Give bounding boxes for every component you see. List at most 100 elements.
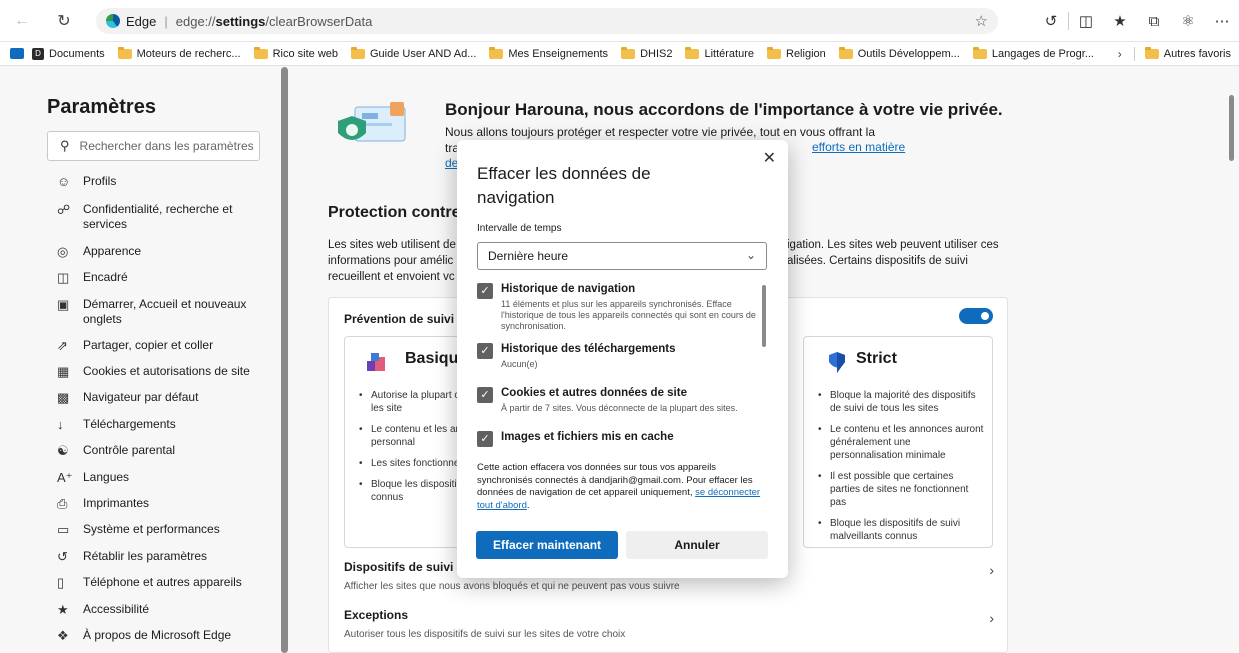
favorite-item[interactable]: Moteurs de recherc... — [117, 46, 241, 60]
more-icon[interactable]: ⋯ — [1205, 12, 1239, 30]
collections-icon[interactable]: ⧉ — [1137, 13, 1171, 30]
basic-icon — [367, 353, 385, 371]
favorite-label: Littérature — [704, 47, 754, 60]
sidebar-item-privacy[interactable]: ☍ Confidentialité, recherche et services — [57, 202, 257, 232]
option-bullet: Le contenu et les annonces auront généra… — [816, 423, 984, 462]
sidebar-item-family[interactable]: ☯ Contrôle parental — [57, 443, 175, 458]
exceptions-row[interactable]: Exceptions Autoriser tous les dispositif… — [344, 608, 994, 640]
sidebar-item-printers[interactable]: ⎙ Imprimantes — [57, 496, 149, 511]
sidebar-item-label: Accessibilité — [83, 602, 150, 616]
browser-toolbar: ← ↻ Edge | edge://settings/clearBrowserD… — [0, 0, 1239, 42]
close-icon[interactable]: ✕ — [763, 148, 776, 168]
item-subtitle: À partir de 7 sites. Vous déconnecte de … — [501, 403, 738, 413]
mail-icon[interactable] — [10, 48, 24, 59]
sidebar-item-about[interactable]: ❖ À propos de Microsoft Edge — [57, 628, 231, 643]
option-bullet: Il est possible que certaines parties de… — [816, 470, 984, 509]
item-title: Images et fichiers mis en cache — [501, 431, 674, 443]
share-icon: ⇗ — [57, 338, 68, 353]
section-text-line: Les sites web utilisent de — [328, 239, 456, 251]
section-title: Protection contre — [328, 204, 461, 221]
tracking-prevention-title: Prévention de suivi — [344, 312, 455, 326]
time-range-select[interactable]: Dernière heure ⌄ — [477, 242, 767, 270]
address-site-label: Edge — [126, 13, 157, 29]
sidebar-item-share[interactable]: ⇗ Partager, copier et coller — [57, 338, 213, 353]
sidebar-item-profiles[interactable]: ☺ Profils — [57, 174, 116, 189]
option-strict-name: Strict — [856, 350, 897, 367]
sidebar-item-label: Démarrer, Accueil et nouveaux onglets — [83, 297, 247, 326]
sidebar-item-phone[interactable]: ▯ Téléphone et autres appareils — [57, 575, 242, 590]
section-text-line: recueillent et envoient vc — [328, 271, 455, 283]
favorite-label: Guide User AND Ad... — [370, 47, 477, 60]
sidebar-item-label: Apparence — [83, 244, 142, 258]
edge-icon: ❖ — [57, 628, 69, 643]
folder-icon — [838, 46, 853, 59]
favorite-item[interactable]: Langages de Progr... — [972, 46, 1094, 60]
address-bar[interactable]: Edge | edge://settings/clearBrowserData … — [96, 8, 998, 34]
checkbox-cookies[interactable]: ✓ — [477, 387, 493, 403]
other-favorites[interactable]: Autres favoris — [1144, 47, 1231, 60]
favorite-item[interactable]: Guide User AND Ad... — [351, 46, 477, 60]
sidebar-item-languages[interactable]: A⁺ Langues — [57, 470, 129, 485]
palette-icon: ◎ — [57, 244, 69, 259]
favorite-star-icon[interactable]: ☆ — [975, 12, 988, 30]
sidebar-item-downloads[interactable]: ↓ Téléchargements — [57, 417, 176, 432]
option-strict[interactable]: Strict Bloque la majorité des dispositif… — [803, 336, 993, 548]
sidebar-item-accessibility[interactable]: ★ Accessibilité — [57, 602, 149, 617]
privacy-illustration — [338, 102, 406, 142]
folder-icon — [1144, 47, 1159, 59]
favorite-label: Mes Enseignements — [508, 47, 609, 60]
copilot-icon[interactable]: ⚛ — [1171, 12, 1205, 30]
chevron-right-icon[interactable]: › — [1118, 47, 1122, 61]
folder-icon — [351, 46, 365, 59]
checkbox-cache[interactable]: ✓ — [477, 431, 493, 447]
section-text-line: alisées. Certains dispositifs de suivi — [787, 255, 968, 267]
favorite-item[interactable]: D Documents — [32, 47, 105, 60]
profile-icon: ☺ — [57, 174, 71, 189]
favorite-item[interactable]: DHIS2 — [621, 46, 672, 60]
sidebar-scrollbar[interactable] — [281, 67, 288, 653]
extensions-icon[interactable]: ↺ — [1034, 12, 1068, 30]
favorite-item[interactable]: Mes Enseignements — [489, 46, 609, 60]
favorites-icon[interactable]: ★ — [1103, 12, 1137, 30]
sidebar-item-system[interactable]: ▭ Système et performances — [57, 522, 220, 537]
sidebar-item-cookies[interactable]: ▦ Cookies et autorisations de site — [57, 364, 250, 379]
printer-icon: ⎙ — [57, 496, 68, 511]
checkbox-browsing-history[interactable]: ✓ — [477, 283, 493, 299]
back-icon[interactable]: ← — [8, 7, 36, 35]
family-icon: ☯ — [57, 443, 69, 458]
folder-icon — [253, 46, 268, 59]
section-text-right: igation. Les sites web peuvent utiliser … — [787, 237, 1017, 269]
sidebar-item-sidebar[interactable]: ◫ Encadré — [57, 270, 128, 285]
sidebar-item-start[interactable]: ▣ Démarrer, Accueil et nouveaux onglets — [57, 297, 257, 327]
folder-icon — [767, 46, 781, 59]
favorite-item[interactable]: Outils Développem... — [838, 46, 960, 60]
tracking-prevention-toggle[interactable] — [959, 308, 993, 324]
main-scrollbar[interactable] — [1229, 95, 1234, 161]
folder-icon — [972, 46, 987, 59]
hero-text-line: Nous allons toujours protéger et respect… — [445, 125, 876, 139]
sidebar-item-reset[interactable]: ↺ Rétablir les paramètres — [57, 549, 207, 564]
favorite-item[interactable]: Rico site web — [253, 46, 338, 60]
clear-now-button[interactable]: Effacer maintenant — [476, 531, 618, 559]
checkbox-download-history[interactable]: ✓ — [477, 343, 493, 359]
favorite-item[interactable]: Religion — [767, 46, 826, 60]
favorite-item[interactable]: Littérature — [685, 46, 754, 60]
browser-icon: ▩ — [57, 390, 70, 405]
sidebar-item-default-browser[interactable]: ▩ Navigateur par défaut — [57, 390, 198, 405]
data-types-list: ✓ Historique de navigation 11 éléments e… — [477, 283, 767, 453]
edge-icon — [106, 14, 120, 28]
sidebar-item-label: Langues — [83, 470, 130, 484]
refresh-icon[interactable]: ↻ — [50, 7, 78, 35]
hero-title: Bonjour Harouna, nous accordons de l'imp… — [445, 100, 1003, 119]
sidebar-item-label: Partager, copier et coller — [83, 338, 214, 352]
item-subtitle: Aucun(e) — [501, 359, 538, 369]
cancel-button[interactable]: Annuler — [626, 531, 768, 559]
split-screen-icon[interactable]: ◫ — [1069, 12, 1103, 30]
sidebar-item-appearance[interactable]: ◎ Apparence — [57, 244, 141, 259]
settings-search-input[interactable]: ⚲ Rechercher dans les paramètres — [47, 131, 260, 161]
chevron-down-icon: ⌄ — [745, 248, 756, 262]
list-scrollbar[interactable] — [762, 285, 766, 347]
favorite-label: Rico site web — [272, 47, 338, 60]
item-title: Cookies et autres données de site — [501, 387, 687, 399]
privacy-efforts-link[interactable]: efforts en matière — [812, 140, 905, 154]
